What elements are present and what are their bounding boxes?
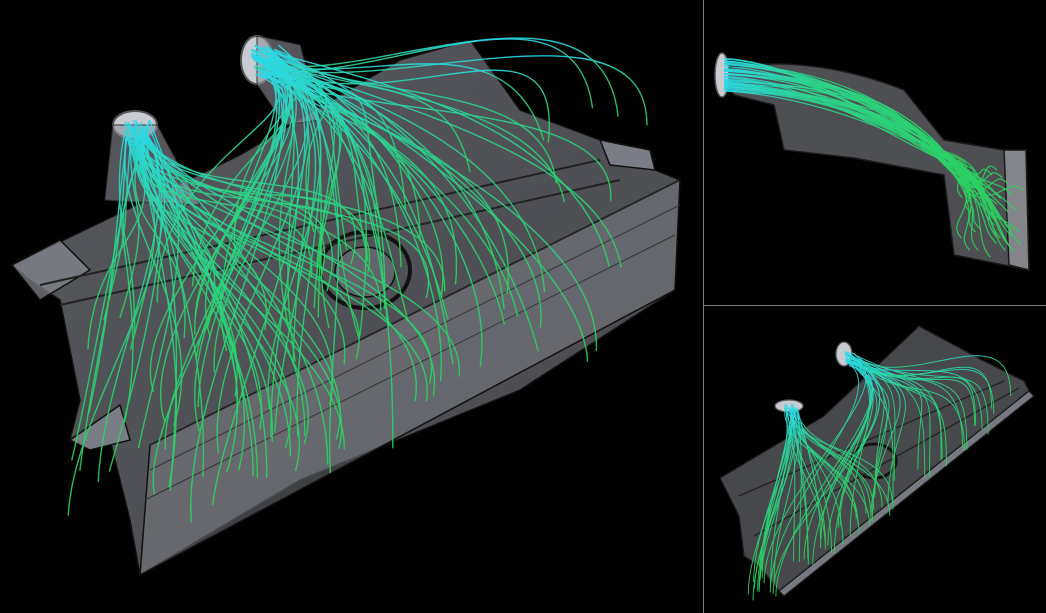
viewport-main[interactable] xyxy=(0,0,703,613)
viewport-iso[interactable] xyxy=(704,306,1046,613)
side-view-canvas xyxy=(714,52,1030,271)
viewport-side[interactable] xyxy=(704,0,1046,305)
iso-view-canvas xyxy=(719,325,1035,601)
main-view-canvas xyxy=(10,35,681,577)
